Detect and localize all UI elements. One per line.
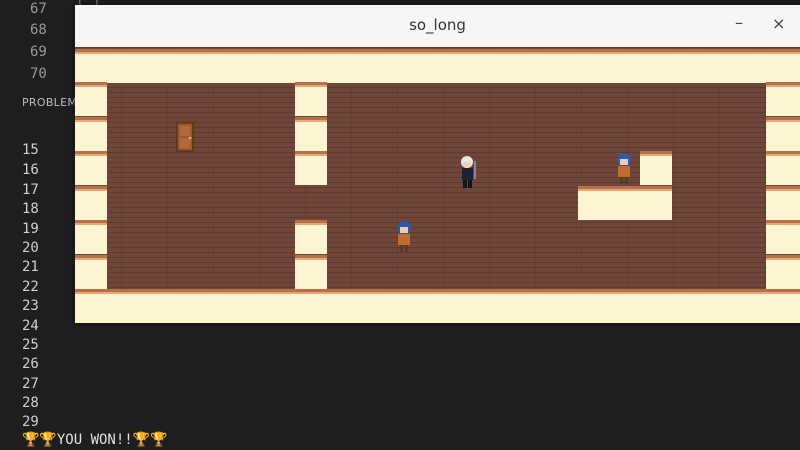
terminal-line-number: 18: [22, 201, 39, 217]
enemy-character-icon: [391, 219, 417, 253]
wall-block: [75, 82, 107, 116]
wall-block: [766, 220, 800, 254]
wall-block: [640, 151, 672, 185]
wall-bottom: [75, 289, 800, 323]
terminal-line-number: 22: [22, 279, 39, 295]
terminal-line-number: 16: [22, 162, 39, 178]
wall-block: [75, 117, 107, 151]
wall-block: [766, 82, 800, 116]
minimize-icon[interactable]: –: [735, 13, 743, 32]
terminal-line-number: 15: [22, 142, 39, 158]
player-character-icon: [457, 153, 481, 189]
terminal-line-number: 27: [22, 376, 39, 392]
game-window[interactable]: so_long – ×: [75, 5, 800, 323]
line-number: 67: [30, 1, 47, 17]
wall-block: [75, 220, 107, 254]
window-title: so_long: [409, 16, 466, 34]
wall-block: [766, 186, 800, 220]
wall-block: [578, 186, 672, 220]
wall-block: [295, 255, 327, 289]
game-canvas[interactable]: [75, 47, 800, 323]
wall-block: [295, 82, 327, 116]
terminal-line-number: 25: [22, 337, 39, 353]
line-number: 68: [30, 22, 47, 38]
wall-block: [75, 186, 107, 220]
wall-top: [75, 49, 800, 83]
terminal-line-number: 24: [22, 318, 39, 334]
wall-block: [295, 151, 327, 185]
terminal-win-message: 🏆🏆YOU WON!!🏆🏆: [22, 432, 168, 448]
exit-door-icon: [175, 119, 197, 153]
close-icon[interactable]: ×: [772, 14, 785, 33]
terminal-line-number: 21: [22, 259, 39, 275]
wall-block: [766, 117, 800, 151]
terminal-line-number: 19: [22, 221, 39, 237]
enemy-character-icon: [611, 151, 637, 185]
wall-block: [295, 220, 327, 254]
wall-block: [766, 151, 800, 185]
line-number: 70: [30, 66, 47, 82]
window-titlebar[interactable]: so_long – ×: [75, 5, 800, 48]
terminal-line-number: 20: [22, 240, 39, 256]
line-number: 69: [30, 44, 47, 60]
terminal-line-number: 29: [22, 414, 39, 430]
wood-floor: [75, 47, 800, 323]
terminal-line-number: 28: [22, 395, 39, 411]
terminal-line-number: 17: [22, 182, 39, 198]
wall-block: [75, 255, 107, 289]
terminal-line-number: 26: [22, 356, 39, 372]
terminal-line-number: 23: [22, 298, 39, 314]
wall-block: [766, 255, 800, 289]
wall-block: [295, 117, 327, 151]
wall-block: [75, 151, 107, 185]
